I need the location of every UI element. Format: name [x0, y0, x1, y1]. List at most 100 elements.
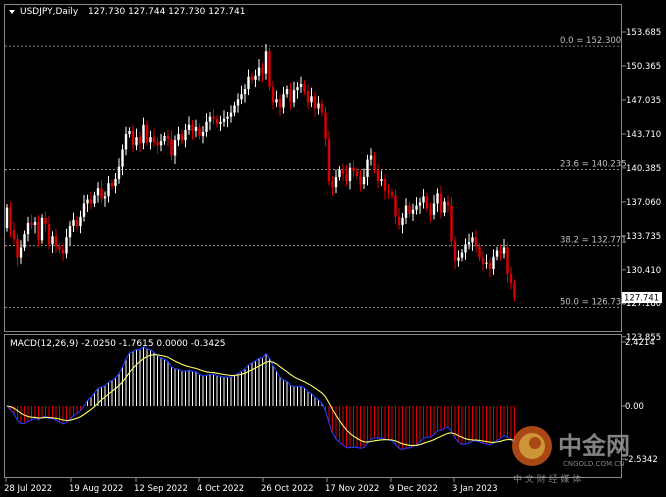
chart-root: 0.0 = 152.300 23.6 = 140.235 38.2 = 132.77…: [4, 4, 662, 494]
date-tick-label: 4 Oct 2022: [197, 484, 244, 494]
candle-body: [5, 207, 9, 229]
fib-label: 38.2 = 132.771: [560, 236, 627, 246]
candle-body: [107, 183, 110, 197]
candle-body: [464, 244, 467, 253]
candle-body: [51, 236, 54, 245]
candle-body: [268, 51, 271, 88]
candle-body: [131, 130, 135, 146]
candle-body: [278, 99, 282, 108]
candle-body: [443, 201, 446, 213]
candle-body: [219, 121, 222, 124]
candle-body: [96, 188, 100, 196]
candle-body: [418, 202, 422, 206]
candle-body: [68, 225, 72, 238]
candle-body: [103, 196, 107, 199]
candle-body: [194, 126, 198, 131]
candle-body: [394, 195, 397, 217]
candle-body: [485, 262, 488, 264]
candle-body: [166, 136, 170, 140]
candle-body: [121, 149, 124, 167]
macd-axis-zero: 0.00: [625, 402, 644, 412]
candle-body: [240, 94, 243, 100]
candle-body: [432, 203, 436, 215]
candle-body: [499, 250, 502, 254]
candle-body: [215, 118, 219, 124]
macd-histogram: [10, 346, 515, 450]
candle-body: [100, 188, 103, 199]
candle-body: [436, 193, 439, 204]
watermark: 中金网 CNGOLD.COM.CN 中 文 财 经 媒 体: [512, 426, 630, 485]
candle-body: [313, 96, 317, 109]
candle-body: [373, 155, 376, 170]
dropdown-triangle-icon[interactable]: [9, 10, 15, 14]
candle-body: [474, 237, 478, 247]
candle-body: [460, 252, 464, 258]
candle-body: [184, 129, 187, 141]
candle-body: [110, 183, 114, 187]
candle-body: [366, 159, 369, 177]
candle-body: [12, 230, 16, 240]
candle-body: [380, 178, 383, 182]
candle-body: [156, 142, 159, 146]
price-pane-frame: [4, 4, 622, 332]
fib-levels: 0.0 = 152.300 23.6 = 140.235 38.2 = 132.77…: [5, 36, 627, 308]
candle-body: [320, 103, 324, 113]
candle-body: [506, 247, 509, 275]
candle-body: [9, 207, 12, 231]
candle-body: [30, 222, 33, 225]
candle-body: [355, 170, 359, 176]
candle-body: [135, 137, 138, 146]
price-tick-label: 143.710: [626, 130, 661, 140]
candle-body: [387, 191, 390, 193]
fib-label: 23.6 = 140.235: [560, 159, 627, 169]
candle-body: [303, 83, 306, 92]
candle-body: [450, 205, 453, 242]
candle-body: [502, 247, 506, 254]
price-tick-label: 153.685: [626, 28, 661, 38]
candle-body: [93, 195, 96, 204]
candle-body: [222, 118, 226, 122]
candle-body: [187, 124, 191, 130]
candle-body: [54, 236, 58, 247]
candle-body: [170, 139, 173, 156]
candle-body: [422, 196, 425, 203]
candle-body: [338, 169, 341, 177]
candle-body: [257, 67, 261, 76]
watermark-tagline: 中 文 财 经 媒 体: [513, 473, 581, 485]
candle-body: [345, 173, 348, 182]
date-tick-label: 19 Aug 2022: [69, 484, 123, 494]
candle-body: [180, 134, 184, 141]
candle-body: [331, 181, 334, 188]
candle-body: [124, 134, 128, 150]
candle-body: [513, 283, 516, 298]
price-tick-label: 140.385: [626, 164, 661, 174]
candle-body: [236, 99, 240, 106]
candle-body: [471, 237, 474, 243]
candle-body: [198, 126, 201, 137]
candle-body: [19, 247, 23, 258]
date-tick-label: 28 Jul 2022: [4, 484, 52, 494]
macd-line: [6, 346, 515, 451]
candle-body: [226, 116, 229, 119]
candle-body: [457, 257, 460, 261]
candle-body: [275, 99, 278, 103]
candle-body: [285, 89, 289, 95]
candle-body: [404, 205, 408, 218]
candle-body: [142, 124, 145, 144]
candle-body: [201, 131, 205, 137]
candle-body: [16, 239, 19, 258]
candle-body: [177, 134, 180, 141]
candle-body: [114, 178, 117, 187]
fib-label: 0.0 = 152.300: [560, 36, 621, 46]
candle-body: [362, 176, 366, 185]
candle-body: [61, 249, 65, 254]
candlesticks: [5, 44, 516, 302]
candle-body: [145, 124, 149, 143]
candle-body: [411, 209, 415, 214]
candle-body: [292, 90, 296, 103]
price-tick-label: 133.735: [626, 232, 661, 242]
candle-body: [212, 116, 215, 119]
candle-body: [261, 67, 264, 74]
candle-body: [243, 89, 247, 95]
candle-body: [467, 242, 471, 245]
